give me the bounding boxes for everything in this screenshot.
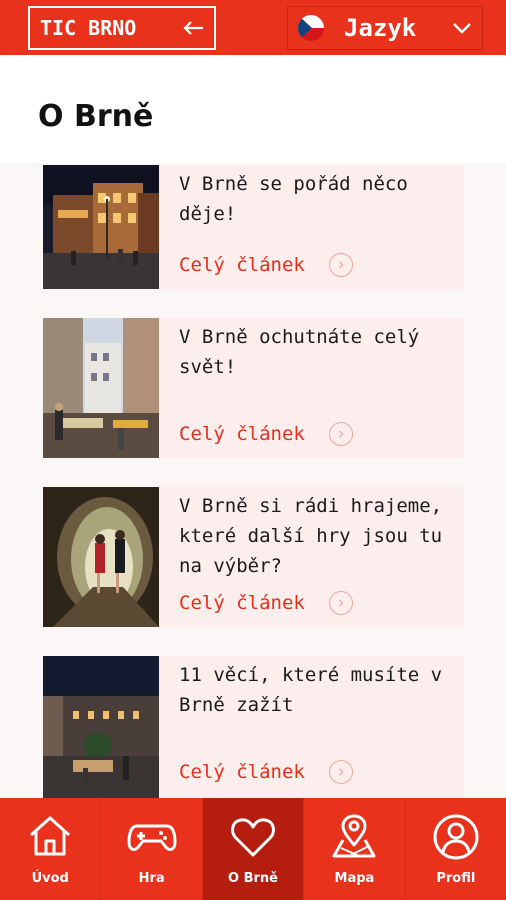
article-image-tunnel	[43, 487, 159, 627]
read-more-link[interactable]: Celý článek	[179, 760, 353, 784]
read-more-label: Celý článek	[179, 254, 305, 276]
nav-item-uvod[interactable]: Úvod	[0, 798, 100, 900]
chevron-right-circle-icon	[328, 591, 353, 615]
title-area: O Brně	[0, 55, 506, 163]
article-title: V Brně se pořád něco děje!	[179, 173, 408, 225]
article-image-night-street	[43, 165, 159, 289]
article-image-market	[43, 318, 159, 458]
read-more-link[interactable]: Celý článek	[179, 591, 353, 615]
read-more-label: Celý článek	[179, 592, 305, 614]
article-card[interactable]: V Brně se pořád něco děje! Celý článek	[43, 165, 464, 289]
heart-icon	[231, 818, 275, 857]
article-card[interactable]: V Brně si rádi hrajeme, které další hry …	[43, 487, 464, 627]
language-label: Jazyk	[344, 14, 417, 42]
read-more-link[interactable]: Celý článek	[179, 253, 353, 277]
tic-brno-back-button[interactable]: TIC BRNO	[28, 6, 216, 50]
chevron-down-icon	[453, 23, 471, 34]
chevron-right-circle-icon	[328, 422, 353, 446]
chevron-right-circle-icon	[328, 760, 353, 784]
article-card[interactable]: V Brně ochutnáte celý svět! Celý článek	[43, 318, 464, 458]
nav-item-mapa[interactable]: Mapa	[303, 798, 404, 900]
read-more-label: Celý článek	[179, 761, 305, 783]
language-select[interactable]: Jazyk	[287, 6, 483, 50]
article-image-square-night	[43, 656, 159, 798]
user-icon	[433, 814, 479, 860]
nav-label: O Brně	[228, 871, 278, 886]
top-header: TIC BRNO Jazyk	[0, 0, 506, 55]
article-title: V Brně ochutnáte celý svět!	[179, 326, 420, 378]
gamepad-icon	[127, 824, 177, 851]
nav-item-hra[interactable]: Hra	[100, 798, 201, 900]
czech-flag-icon	[298, 15, 324, 41]
nav-label: Profil	[436, 871, 476, 886]
nav-label: Úvod	[31, 871, 69, 886]
bottom-navigation: Úvod Hra O Brně Mapa Profil	[0, 798, 506, 900]
article-title: 11 věcí, které musíte v Brně zažít	[179, 664, 443, 716]
logo-label: TIC BRNO	[40, 16, 137, 40]
read-more-link[interactable]: Celý článek	[179, 422, 353, 446]
article-title: V Brně si rádi hrajeme, které další hry …	[179, 495, 443, 577]
nav-label: Hra	[138, 871, 165, 886]
map-pin-icon	[332, 814, 376, 858]
arrow-left-icon	[183, 21, 203, 35]
nav-item-o-brne[interactable]: O Brně	[201, 798, 304, 900]
article-card[interactable]: 11 věcí, které musíte v Brně zažít Celý …	[43, 656, 464, 798]
read-more-label: Celý článek	[179, 423, 305, 445]
nav-item-profil[interactable]: Profil	[404, 798, 506, 900]
chevron-right-circle-icon	[328, 253, 353, 277]
page-title: O Brně	[38, 99, 154, 134]
home-icon	[30, 816, 71, 856]
nav-label: Mapa	[334, 871, 375, 886]
